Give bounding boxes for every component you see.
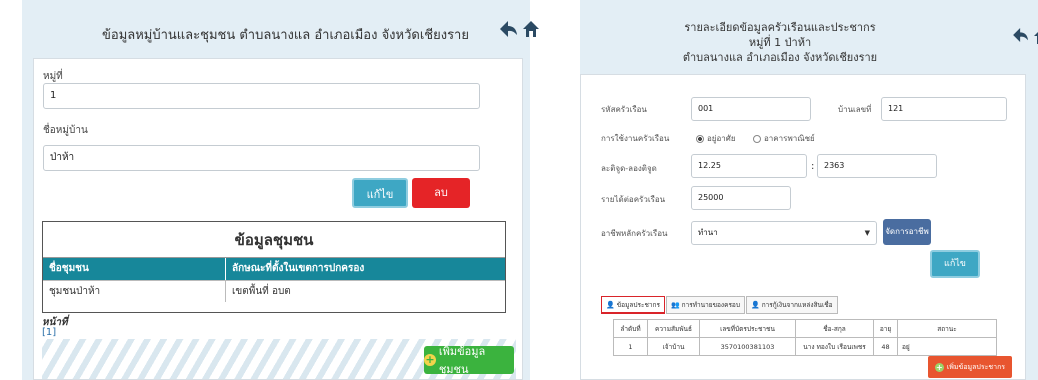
manage-occupation-button[interactable]: จัดการอาชีพ (883, 219, 931, 245)
village-no-label: หมู่ที่ (43, 71, 63, 82)
tab-label: การกู้เงินจากแหล่งสินเชื่อ (761, 301, 833, 309)
column-header: ลำดับที่ (613, 319, 648, 338)
column-header: ลักษณะที่ตั้งในเขตการปกครอง (232, 263, 365, 274)
edit-button[interactable]: แก้ไข (930, 250, 980, 278)
latlon-separator: : (811, 161, 815, 172)
home-icon[interactable] (1034, 28, 1038, 46)
tab-label: ข้อมูลประชากร (616, 300, 660, 309)
longitude-input[interactable]: 2363 (817, 154, 937, 178)
table-cell: 1 (613, 337, 648, 356)
tab-loans[interactable]: 👤 การกู้เงินจากแหล่งสินเชื่อ (745, 296, 838, 314)
add-population-button[interactable]: + เพิ่มข้อมูลประชากร (928, 356, 1012, 378)
table-cell: เขตพื้นที่ อบต (232, 286, 291, 297)
edit-button[interactable]: แก้ไข (352, 178, 408, 208)
table-cell: 48 (873, 337, 898, 356)
village-name-label: ชื่อหมู่บ้าน (43, 125, 88, 136)
income-input[interactable]: 25000 (691, 186, 791, 210)
usage-label: การใช้งานครัวเรือน (601, 134, 670, 143)
latitude-input[interactable]: 12.25 (691, 154, 807, 178)
tab-population[interactable]: 👤 ข้อมูลประชากร (601, 296, 665, 314)
column-header: ชื่อ-สกุล (795, 319, 874, 338)
village-panel-header: ข้อมูลหมู่บ้านและชุมชน ตำบลนางแล อำเภอเม… (22, 0, 539, 58)
household-code-input[interactable]: 001 (691, 97, 811, 121)
house-no-label: บ้านเลขที่ (838, 105, 872, 114)
column-header: ความสัมพันธ์ (647, 319, 700, 338)
household-tabs: 👤 ข้อมูลประชากร 👥 การทำนายของครอบ 👤 การก… (601, 296, 838, 314)
occupation-label: อาชีพหลักครัวเรือน (601, 229, 668, 238)
community-table: ข้อมูลชุมชน ชื่อชุมชน ลักษณะที่ตั้งในเขต… (42, 221, 506, 313)
household-detail-panel: รายละเอียดข้อมูลครัวเรือนและประชากร หมู่… (580, 0, 1038, 380)
column-header: เลขที่บัตรประชาชน (699, 319, 796, 338)
household-form: รหัสครัวเรือน 001 บ้านเลขที่ 121 การใช้ง… (580, 74, 1026, 380)
back-arrow-icon[interactable] (500, 21, 518, 39)
delete-button[interactable]: ลบ (412, 178, 470, 208)
add-population-label: เพิ่มข้อมูลประชากร (946, 362, 1006, 371)
village-info-panel: ข้อมูลหมู่บ้านและชุมชน ตำบลนางแล อำเภอเม… (22, 0, 539, 380)
table-cell: อยู่ (897, 337, 997, 356)
latlon-label: ละติจูด-ลองติจูด (601, 164, 657, 173)
add-community-button[interactable]: + เพิ่มข้อมูลชุมชน (424, 345, 514, 376)
table-row[interactable]: ชุมชนป่าห้า เขตพื้นที่ อบต (43, 280, 505, 302)
home-icon[interactable] (522, 21, 540, 39)
community-table-title: ข้อมูลชุมชน (43, 222, 505, 258)
village-form: หมู่ที่ 1 ชื่อหมู่บ้าน ป่าห้า แก้ไข ลบ ข… (33, 58, 523, 380)
column-header: อายุ (873, 319, 898, 338)
table-cell: เจ้าบ้าน (647, 337, 700, 356)
house-no-input[interactable]: 121 (881, 97, 1007, 121)
tab-agriculture[interactable]: 👥 การทำนายของครอบ (665, 296, 745, 314)
radio-unchecked-icon (753, 134, 761, 143)
pager-link[interactable]: [1] (42, 327, 56, 338)
radio-checked-icon (696, 134, 704, 143)
village-no-input[interactable]: 1 (43, 83, 480, 109)
community-table-header: ชื่อชุมชน ลักษณะที่ตั้งในเขตการปกครอง (43, 258, 505, 280)
table-row[interactable]: 1 เจ้าบ้าน 3570100381103 นาง ทองใบ เรือน… (613, 337, 997, 356)
usage-radio-residential[interactable]: อยู่อาศัย (696, 132, 736, 145)
page-title-line3: ตำบลนางแล อำเภอเมือง จังหวัดเชียงราย (682, 51, 878, 64)
table-cell: ชุมชนป่าห้า (43, 281, 226, 302)
plus-icon: + (934, 362, 944, 372)
column-header: สถานะ (897, 319, 997, 338)
table-header-row: ลำดับที่ ความสัมพันธ์ เลขที่บัตรประชาชน … (613, 319, 997, 338)
income-label: รายได้ต่อครัวเรือน (601, 195, 666, 204)
household-code-label: รหัสครัวเรือน (601, 105, 647, 114)
table-cell: 3570100381103 (699, 337, 796, 356)
table-cell: นาง ทองใบ เรือนเพชร (795, 337, 874, 356)
users-icon: 👥 (670, 301, 680, 309)
add-community-label: เพิ่มข้อมูลชุมชน (438, 345, 486, 376)
village-name-input[interactable]: ป่าห้า (43, 145, 480, 171)
column-header: ชื่อชุมชน (43, 258, 226, 280)
page-title: ข้อมูลหมู่บ้านและชุมชน ตำบลนางแล อำเภอเม… (102, 28, 469, 43)
radio-label: อาคารพาณิชย์ (764, 134, 815, 143)
occupation-selected-value: ทำนา (698, 228, 718, 237)
plus-icon: + (424, 353, 436, 366)
population-table: ลำดับที่ ความสัมพันธ์ เลขที่บัตรประชาชน … (613, 319, 997, 356)
user-icon: 👤 (606, 300, 615, 309)
usage-radio-commercial[interactable]: อาคารพาณิชย์ (753, 132, 815, 145)
user-icon: 👤 (750, 301, 760, 309)
tab-label: การทำนายของครอบ (681, 301, 740, 309)
back-arrow-icon[interactable] (1012, 28, 1030, 46)
occupation-select[interactable]: ทำนา ▼ (691, 221, 877, 245)
radio-label: อยู่อาศัย (707, 134, 736, 143)
dropdown-caret-icon: ▼ (864, 229, 870, 237)
